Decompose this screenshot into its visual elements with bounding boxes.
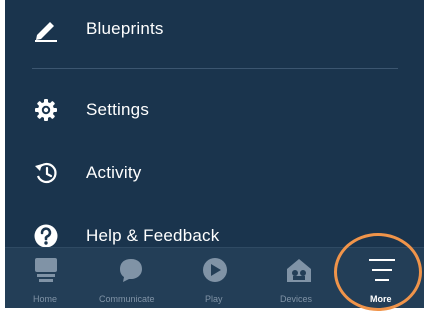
- tab-home[interactable]: Home: [21, 248, 71, 308]
- pencil-icon: [31, 14, 61, 44]
- devices-icon: [284, 257, 314, 283]
- menu-item-label: Settings: [86, 100, 150, 119]
- menu-item-blueprints[interactable]: Blueprints: [5, 4, 424, 54]
- tab-label: Play: [205, 294, 223, 304]
- chat-bubble-icon: [116, 257, 146, 283]
- tab-communicate[interactable]: Communicate: [96, 248, 166, 308]
- tab-label: Home: [33, 294, 58, 304]
- more-menu-screen: Blueprints Settings Activity Help & Feed…: [5, 0, 424, 308]
- tab-label: Communicate: [99, 294, 155, 304]
- tab-label: More: [370, 294, 392, 304]
- menu-item-label: Activity: [86, 163, 142, 182]
- tab-play[interactable]: Play: [195, 248, 235, 308]
- tab-label: Devices: [280, 294, 313, 304]
- menu-divider: [32, 68, 398, 69]
- menu-item-activity[interactable]: Activity: [5, 148, 424, 198]
- gear-icon: [31, 95, 61, 125]
- history-icon: [31, 158, 61, 188]
- tab-devices[interactable]: Devices: [277, 248, 321, 308]
- play-icon: [200, 257, 230, 283]
- home-icon: [31, 257, 61, 283]
- tab-more[interactable]: More: [360, 248, 404, 308]
- menu-item-settings[interactable]: Settings: [5, 85, 424, 135]
- bottom-tab-bar: Home Communicate Play Devices More: [5, 247, 424, 308]
- menu-item-label: Help & Feedback: [86, 226, 220, 245]
- menu-lines-icon: [367, 257, 397, 283]
- menu-item-label: Blueprints: [86, 19, 164, 38]
